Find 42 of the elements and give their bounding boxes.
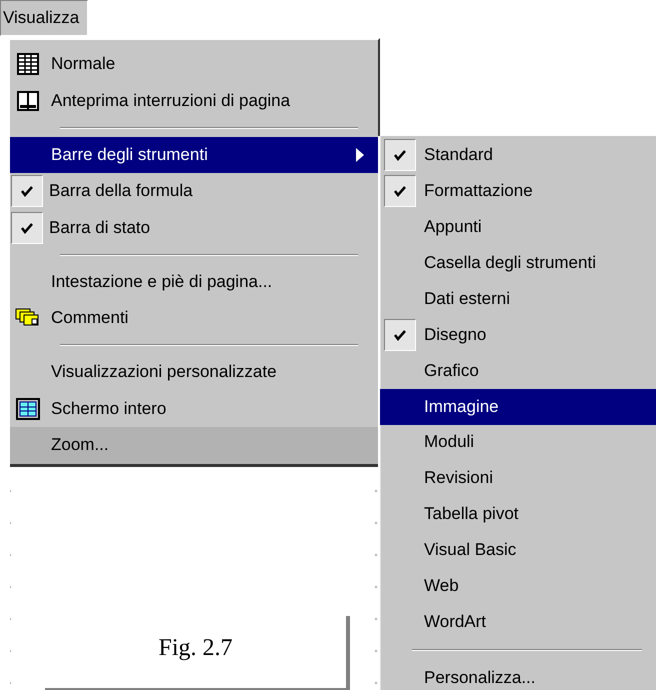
checkbox[interactable]: [384, 174, 416, 207]
menu-item[interactable]: Intestazione e piè di pagina...: [10, 264, 378, 300]
menu-item[interactable]: Visual Basic: [380, 532, 656, 568]
menu-item[interactable]: Appunti: [380, 208, 656, 245]
menu-item[interactable]: Barra di stato: [10, 210, 378, 246]
menu-item[interactable]: Grafico: [380, 352, 656, 389]
checkbox[interactable]: [384, 138, 416, 171]
checkbox[interactable]: [11, 212, 43, 244]
menu-item[interactable]: Standard: [380, 137, 656, 173]
menu-item[interactable]: Web: [380, 568, 656, 604]
menu-item[interactable]: Barra della formula: [10, 173, 378, 210]
menu-item[interactable]: Moduli: [380, 424, 656, 460]
figure-caption: Fig. 2.7: [158, 635, 232, 662]
check-icon: [20, 185, 34, 198]
caret-icon: [356, 148, 364, 162]
menu-item[interactable]: Casella degli strumenti: [380, 244, 656, 281]
check-icon: [393, 148, 407, 161]
menu-item[interactable]: Zoom...: [10, 427, 378, 464]
menu-item[interactable]: Formattazione: [380, 172, 656, 209]
menu-item[interactable]: Dati esterni: [380, 280, 656, 317]
menu-item[interactable]: Revisioni: [380, 460, 656, 496]
menu-item[interactable]: Anteprima interruzioni di pagina: [10, 82, 378, 119]
check-icon: [393, 328, 407, 341]
notes-icon: [15, 308, 41, 328]
menu-item[interactable]: Commenti: [10, 300, 378, 336]
checkbox[interactable]: [11, 175, 43, 208]
menu-item[interactable]: WordArt: [380, 604, 656, 640]
menu-item[interactable]: Immagine: [380, 388, 656, 424]
menu-title[interactable]: Visualizza: [0, 0, 88, 36]
screen-icon: [16, 398, 40, 420]
menu-item[interactable]: Personalizza...: [380, 660, 656, 690]
menu-item[interactable]: Barre degli strumenti: [10, 136, 378, 173]
page-split-icon: [17, 90, 39, 111]
check-icon: [393, 184, 407, 197]
table-icon: [17, 53, 39, 76]
menu-item[interactable]: Schermo intero: [10, 390, 378, 427]
menu-item[interactable]: Visualizzazioni personalizzate: [10, 354, 378, 390]
checkbox[interactable]: [384, 318, 416, 351]
menu-item[interactable]: Normale: [10, 46, 378, 82]
menu-item[interactable]: Tabella pivot: [380, 496, 656, 532]
check-icon: [20, 222, 34, 234]
menu-item[interactable]: Disegno: [380, 316, 656, 353]
